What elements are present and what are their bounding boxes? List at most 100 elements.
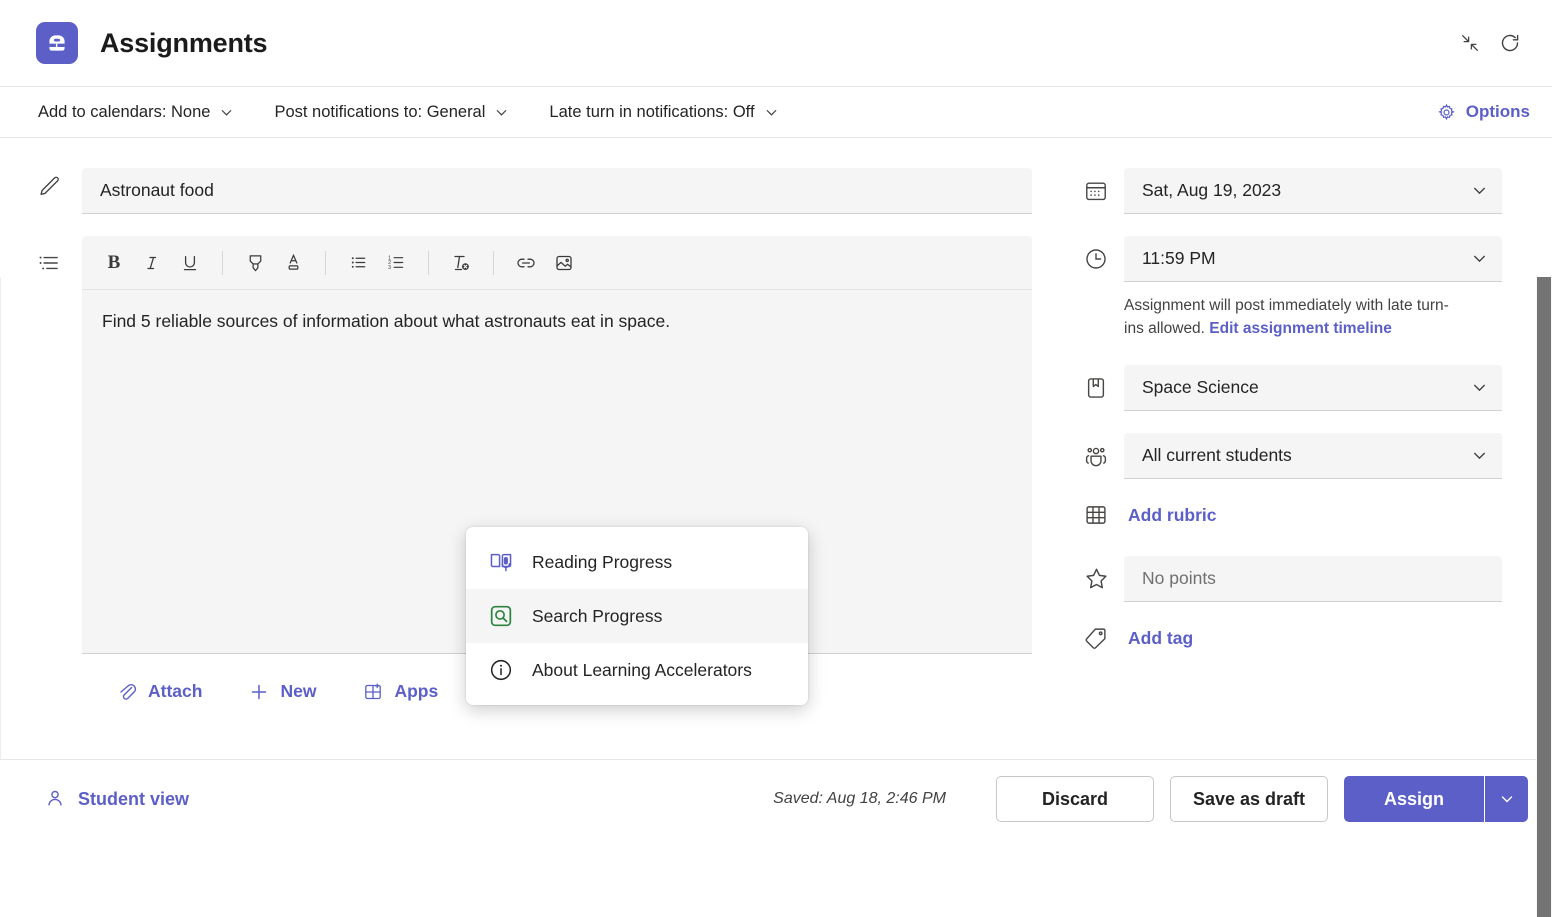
due-time-field[interactable]: 11:59 PM: [1124, 236, 1502, 282]
apps-grid-icon: [362, 681, 384, 703]
assign-to-row: All current students: [1068, 433, 1502, 479]
font-color-icon[interactable]: [275, 245, 311, 281]
student-view-button[interactable]: Student view: [36, 782, 197, 816]
link-icon[interactable]: [508, 245, 544, 281]
bullet-list-icon: [36, 236, 82, 276]
menu-item-label: Reading Progress: [532, 552, 672, 573]
timeline-note: Assignment will post immediately with la…: [1068, 294, 1468, 341]
assign-dropdown-caret[interactable]: [1484, 776, 1528, 822]
category-row: Space Science: [1068, 365, 1502, 411]
toolbar-separator: [325, 251, 326, 275]
discard-button[interactable]: Discard: [996, 776, 1154, 822]
chevron-down-icon: [494, 105, 509, 120]
attach-label: Attach: [148, 681, 202, 702]
people-icon: [1068, 442, 1124, 470]
menu-item-reading-progress[interactable]: Reading Progress: [466, 535, 808, 589]
collapse-diagonal-icon[interactable]: [1450, 23, 1490, 63]
footer-action-bar: Student view Saved: Aug 18, 2:46 PM Disc…: [0, 759, 1552, 838]
bold-icon[interactable]: B: [96, 245, 132, 281]
backpack-icon: [36, 22, 78, 64]
add-tag-link[interactable]: Add tag: [1124, 624, 1197, 653]
late-turn-in-notifications-dropdown[interactable]: Late turn in notifications: Off: [549, 103, 778, 122]
points-row: No points: [1068, 556, 1502, 602]
rubric-row: Add rubric: [1068, 501, 1502, 530]
chevron-down-icon: [219, 105, 234, 120]
paperclip-icon: [116, 681, 138, 703]
title-row: [0, 168, 1060, 214]
chevron-down-icon: [1471, 250, 1488, 267]
svg-text:3: 3: [388, 265, 391, 271]
apps-button[interactable]: Apps: [356, 677, 444, 707]
due-date-value: Sat, Aug 19, 2023: [1142, 180, 1471, 201]
bookmark-icon: [1068, 375, 1124, 401]
late-turn-in-label: Late turn in notifications: Off: [549, 103, 754, 122]
reading-progress-icon: [488, 549, 514, 575]
assignment-title-input[interactable]: [82, 168, 1032, 214]
highlight-icon[interactable]: [237, 245, 273, 281]
add-to-calendars-dropdown[interactable]: Add to calendars: None: [38, 103, 234, 122]
pencil-icon: [36, 168, 82, 200]
menu-item-about-learning-accelerators[interactable]: About Learning Accelerators: [466, 643, 808, 697]
chevron-down-icon: [1471, 447, 1488, 464]
chevron-down-icon: [1471, 379, 1488, 396]
post-notifications-dropdown[interactable]: Post notifications to: General: [274, 103, 509, 122]
assign-to-value: All current students: [1142, 445, 1471, 466]
calendar-icon: [1068, 178, 1124, 204]
saved-status: Saved: Aug 18, 2:46 PM: [773, 790, 946, 808]
person-icon: [44, 788, 66, 810]
clear-formatting-icon[interactable]: [443, 245, 479, 281]
vertical-scrollbar-thumb[interactable]: [1537, 277, 1551, 917]
due-time-value: 11:59 PM: [1142, 248, 1471, 269]
toolbar-separator: [493, 251, 494, 275]
page-title: Assignments: [100, 28, 267, 59]
points-placeholder: No points: [1142, 568, 1488, 589]
new-label: New: [280, 681, 316, 702]
numbered-list-icon[interactable]: 1 2 3: [378, 245, 414, 281]
clock-icon: [1068, 246, 1124, 272]
new-button[interactable]: New: [242, 677, 322, 707]
learning-accelerators-menu: Reading Progress Search Progress About: [466, 527, 808, 705]
assign-button[interactable]: Assign: [1344, 776, 1484, 822]
menu-item-search-progress[interactable]: Search Progress: [466, 589, 808, 643]
add-to-calendars-label: Add to calendars: None: [38, 103, 210, 122]
gear-icon: [1437, 103, 1456, 122]
image-icon[interactable]: [546, 245, 582, 281]
due-date-row: Sat, Aug 19, 2023: [1068, 168, 1502, 214]
category-value: Space Science: [1142, 377, 1471, 398]
grid-table-icon: [1068, 502, 1124, 528]
search-progress-icon: [488, 603, 514, 629]
rich-text-toolbar: B: [82, 236, 1032, 290]
title-bar: Assignments: [0, 0, 1552, 86]
assignment-sidebar: Sat, Aug 19, 2023 11:59 PM Assi: [1060, 138, 1530, 838]
student-view-label: Student view: [78, 789, 189, 810]
underline-icon[interactable]: [172, 245, 208, 281]
assignment-form: B: [0, 138, 1060, 838]
toolbar-separator: [222, 251, 223, 275]
tag-icon: [1068, 625, 1124, 651]
menu-item-label: Search Progress: [532, 606, 662, 627]
post-notifications-label: Post notifications to: General: [274, 103, 485, 122]
toolbar-separator: [428, 251, 429, 275]
due-date-field[interactable]: Sat, Aug 19, 2023: [1124, 168, 1502, 214]
tag-row: Add tag: [1068, 624, 1502, 653]
chevron-down-icon: [1471, 182, 1488, 199]
edit-assignment-timeline-link[interactable]: Edit assignment timeline: [1209, 320, 1392, 337]
menu-item-label: About Learning Accelerators: [532, 660, 752, 681]
bulleted-list-icon[interactable]: [340, 245, 376, 281]
info-circle-icon: [488, 657, 514, 683]
category-field[interactable]: Space Science: [1124, 365, 1502, 411]
add-rubric-link[interactable]: Add rubric: [1124, 501, 1220, 530]
points-field[interactable]: No points: [1124, 556, 1502, 602]
due-time-row: 11:59 PM: [1068, 236, 1502, 282]
attach-button[interactable]: Attach: [110, 677, 208, 707]
options-bar: Add to calendars: None Post notification…: [0, 86, 1552, 138]
options-button[interactable]: Options: [1437, 102, 1530, 122]
save-as-draft-button[interactable]: Save as draft: [1170, 776, 1328, 822]
chevron-down-icon: [764, 105, 779, 120]
options-label: Options: [1466, 102, 1530, 122]
refresh-icon[interactable]: [1490, 23, 1530, 63]
italic-icon[interactable]: [134, 245, 170, 281]
assign-split-button: Assign: [1344, 776, 1528, 822]
assign-to-field[interactable]: All current students: [1124, 433, 1502, 479]
main-content: B: [0, 138, 1552, 838]
